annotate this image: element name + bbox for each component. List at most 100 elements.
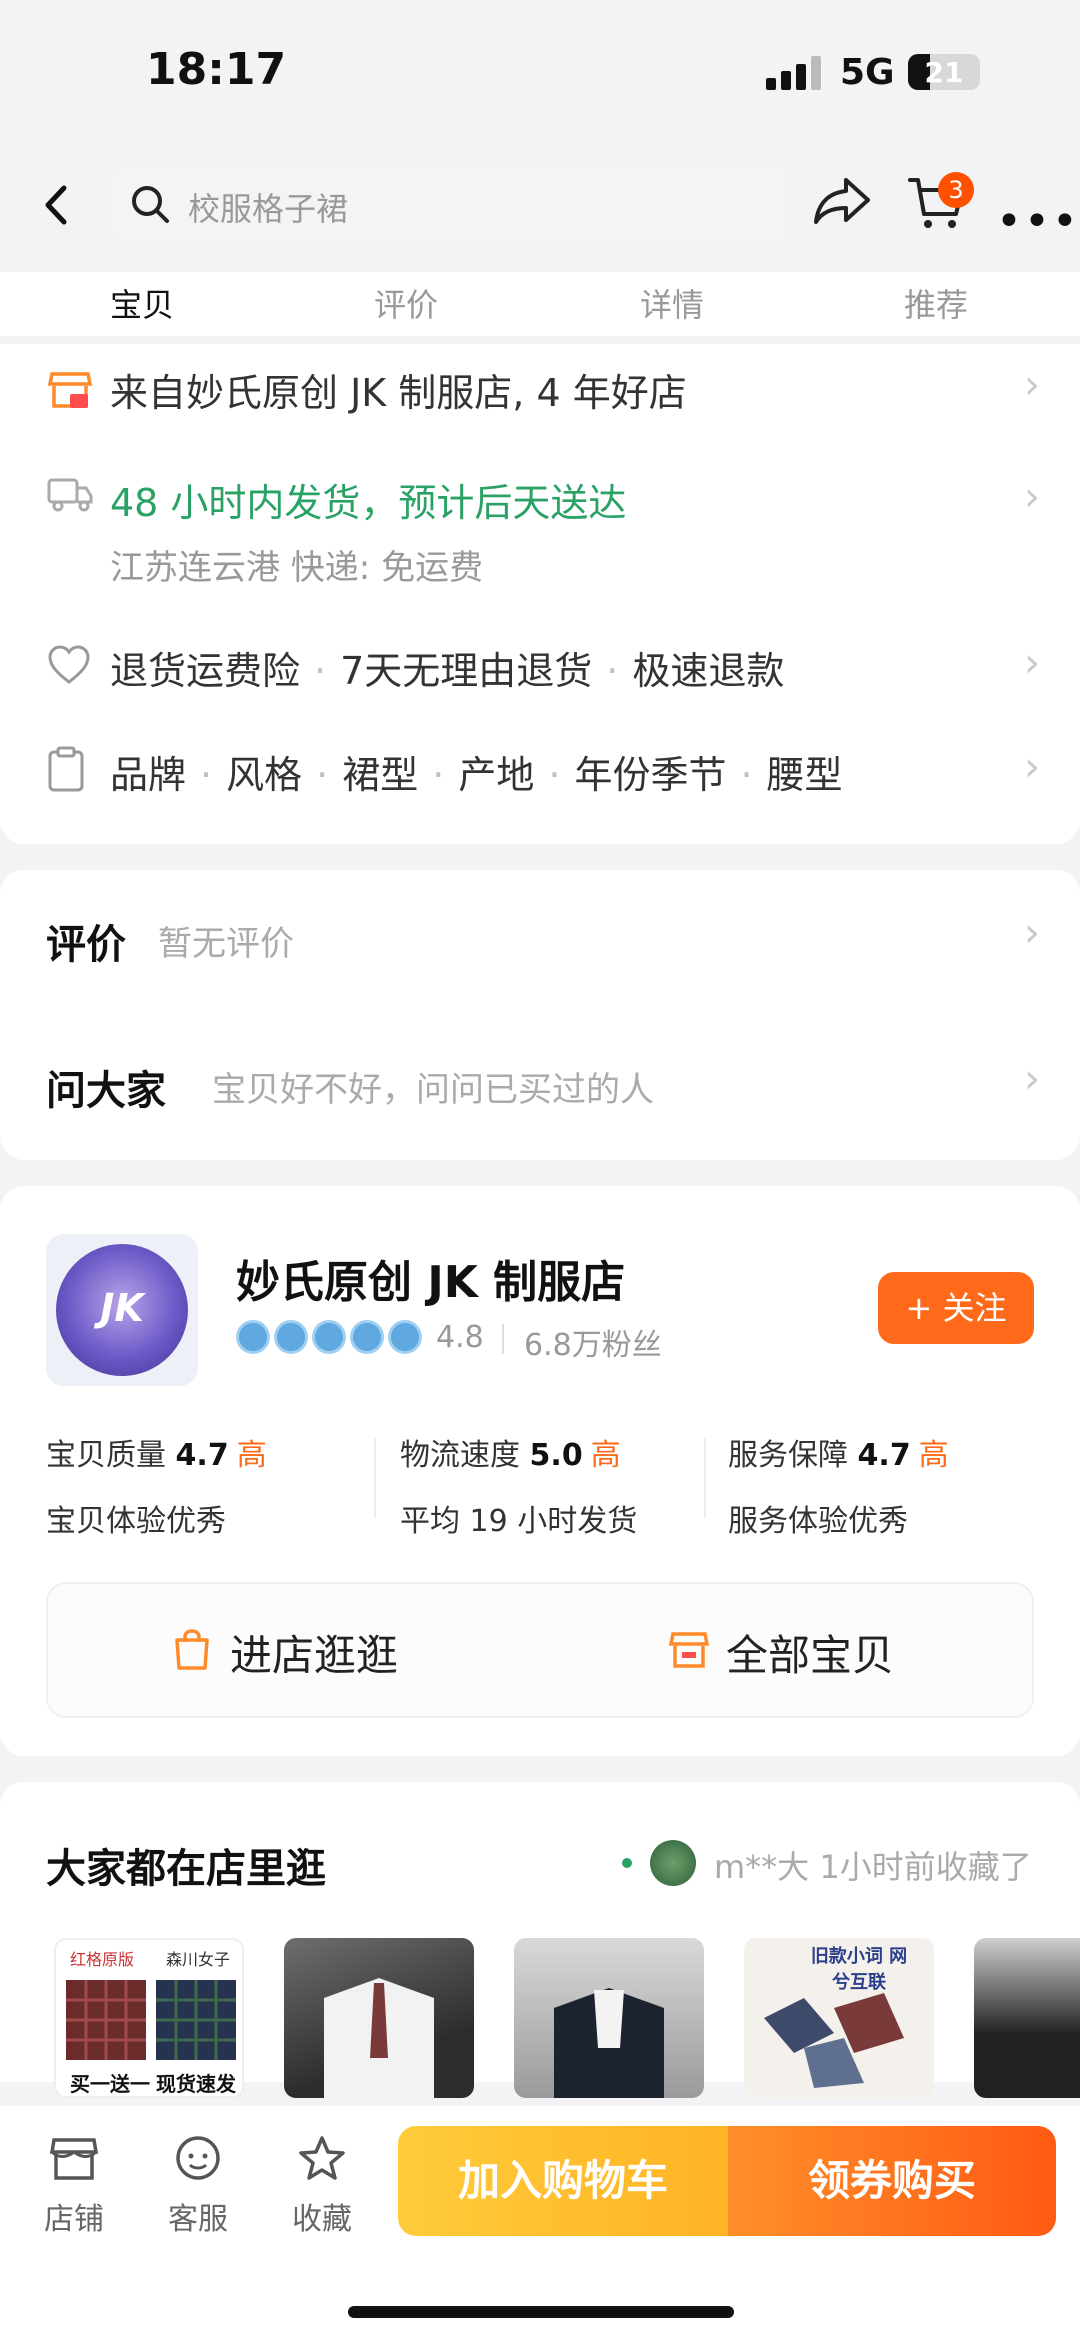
- home-indicator[interactable]: [348, 2306, 734, 2318]
- metric-logistics-desc: 平均 19 小时发货: [400, 1504, 638, 1539]
- chat-face-icon: [172, 2136, 224, 2188]
- shop-actions: 进店逛逛 全部宝贝: [46, 1582, 1034, 1718]
- metric-logistics: 物流速度 5.0 高: [400, 1430, 621, 1474]
- shopping-bag-icon: [172, 1628, 212, 1676]
- thumb-caption: 买一送一: [70, 2072, 150, 2096]
- heart-icon: [46, 644, 92, 690]
- medal-icon: [236, 1320, 270, 1354]
- metric-label: 宝贝质量: [46, 1438, 166, 1473]
- add-to-cart-button[interactable]: 加入购物车: [398, 2126, 728, 2236]
- medal-icon: [388, 1320, 422, 1354]
- metric-service-desc: 服务体验优秀: [728, 1504, 908, 1539]
- customer-service-label: 客服: [168, 2202, 228, 2237]
- metric-level: 高: [236, 1438, 267, 1473]
- activity-note: m**大 1小时前收藏了: [714, 1848, 1032, 1886]
- share-icon[interactable]: [812, 174, 872, 232]
- medal-icon: [350, 1320, 384, 1354]
- back-icon[interactable]: [38, 180, 78, 230]
- reviews-subtitle: 暂无评价: [158, 924, 294, 964]
- ask-everyone-subtitle: 宝贝好不好，问问已买过的人: [212, 1070, 654, 1110]
- params-list: 品牌 · 风格 · 裙型 · 产地 · 年份季节 · 腰型: [110, 753, 843, 797]
- metric-level: 高: [918, 1438, 949, 1473]
- more-icon[interactable]: •••: [996, 196, 1080, 247]
- customer-service-button[interactable]: 客服: [158, 2134, 238, 2238]
- store-icon: [46, 366, 94, 418]
- medal-icon: [312, 1320, 346, 1354]
- follow-button[interactable]: + 关注: [878, 1272, 1034, 1344]
- service-7day-return: 7天无理由退货: [340, 649, 593, 693]
- chevron-right-icon: ›: [1024, 744, 1040, 790]
- divider: [374, 1438, 376, 1518]
- favorite-label: 收藏: [292, 2202, 352, 2237]
- purchase-buttons: 加入购物车 领券购买: [398, 2126, 1056, 2236]
- product-thumb[interactable]: [974, 1938, 1080, 2098]
- product-thumb[interactable]: [284, 1938, 474, 2098]
- tab-bar: 宝贝 评价 详情 推荐: [0, 272, 1080, 336]
- thumb-caption: 现货速发: [156, 2072, 236, 2096]
- browse-section: 大家都在店里逛 m**大 1小时前收藏了 红格原版 森川女子 买一送一 现货速发…: [0, 1782, 1080, 2098]
- thumb-tag: 森川女子: [166, 1950, 231, 1969]
- search-bar[interactable]: 校服格子裙: [112, 168, 788, 240]
- live-dot: [622, 1858, 632, 1868]
- chevron-right-icon: ›: [1024, 910, 1040, 956]
- enter-shop-label: 进店逛逛: [230, 1631, 399, 1680]
- signal-icon: [766, 56, 822, 90]
- search-icon: [128, 182, 172, 230]
- favorite-button[interactable]: 收藏: [282, 2134, 362, 2238]
- metric-score: 5.0: [529, 1438, 583, 1473]
- shipping-time: 48 小时内发货，预计后天送达: [110, 481, 627, 525]
- metric-quality: 宝贝质量 4.7 高: [46, 1430, 267, 1474]
- shop-rating: 4.8: [436, 1320, 484, 1355]
- store-label: 店铺: [44, 2202, 104, 2237]
- product-thumb[interactable]: [514, 1938, 704, 2098]
- metric-score: 4.7: [857, 1438, 911, 1473]
- cart-count-badge: 3: [938, 172, 974, 208]
- store-button[interactable]: 店铺: [34, 2134, 114, 2238]
- param-season: 年份季节: [574, 753, 727, 797]
- divider: [704, 1438, 706, 1518]
- param-brand: 品牌: [110, 753, 187, 797]
- shop-name[interactable]: 妙氏原创 JK 制服店: [236, 1246, 625, 1310]
- star-icon: [296, 2136, 348, 2188]
- tab-item[interactable]: 宝贝: [110, 280, 174, 326]
- store-icon: [668, 1628, 710, 1674]
- shop-avatar[interactable]: JK: [46, 1234, 198, 1386]
- network-label: 5G: [840, 52, 895, 93]
- browse-title: 大家都在店里逛: [46, 1846, 326, 1892]
- shipping-detail: 江苏连云港 快递: 免运费: [110, 548, 484, 588]
- service-fast-refund: 极速退款: [632, 649, 785, 693]
- buy-now-button[interactable]: 领券购买: [728, 2126, 1056, 2236]
- ask-everyone-title: 问大家: [46, 1068, 166, 1114]
- shop-fans: 6.8万粉丝: [524, 1328, 662, 1363]
- shop-medals: [236, 1320, 426, 1354]
- divider: [502, 1324, 504, 1354]
- tab-reviews[interactable]: 评价: [374, 280, 438, 326]
- chevron-right-icon: ›: [1024, 362, 1040, 408]
- product-info-card: 来自妙氏原创 JK 制服店, 4 年好店 › 48 小时内发货，预计后天送达 江…: [0, 344, 1080, 844]
- battery-level: 21: [924, 56, 964, 89]
- shop-from-text: 来自妙氏原创 JK 制服店, 4 年好店: [110, 371, 687, 415]
- param-waist: 腰型: [766, 753, 843, 797]
- tab-details[interactable]: 详情: [640, 280, 704, 326]
- chevron-right-icon: ›: [1024, 474, 1040, 520]
- metric-score: 4.7: [175, 1438, 229, 1473]
- reviews-title: 评价: [46, 922, 126, 968]
- metric-quality-desc: 宝贝体验优秀: [46, 1504, 226, 1539]
- user-avatar: [650, 1840, 696, 1886]
- tab-recommend[interactable]: 推荐: [904, 280, 968, 326]
- chevron-right-icon: ›: [1024, 640, 1040, 686]
- service-freight-insurance: 退货运费险: [110, 649, 301, 693]
- shop-card: JK 妙氏原创 JK 制服店 4.8 6.8万粉丝 + 关注 宝贝质量 4.7 高…: [0, 1186, 1080, 1756]
- param-origin: 产地: [458, 753, 535, 797]
- search-placeholder: 校服格子裙: [188, 190, 349, 228]
- truck-icon: [46, 474, 94, 518]
- product-thumb[interactable]: 旧款小词 网兮互联: [744, 1938, 934, 2098]
- param-style: 风格: [226, 753, 303, 797]
- status-time: 18:17: [146, 44, 287, 95]
- store-icon: [48, 2138, 100, 2188]
- metric-label: 服务保障: [728, 1438, 848, 1473]
- chevron-right-icon: ›: [1024, 1056, 1040, 1102]
- product-thumb[interactable]: 红格原版 森川女子 买一送一 现货速发: [54, 1938, 244, 2098]
- clipboard-icon: [46, 746, 86, 798]
- services-list: 退货运费险 · 7天无理由退货 · 极速退款: [110, 649, 785, 693]
